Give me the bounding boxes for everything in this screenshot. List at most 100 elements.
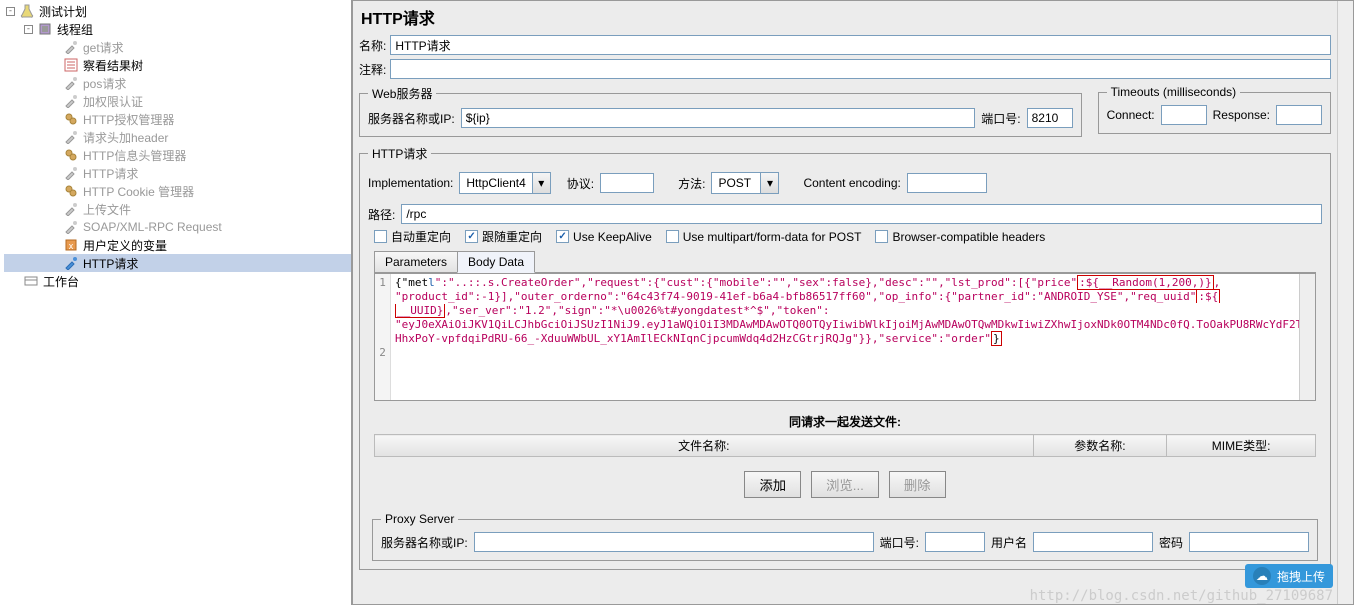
tree-item[interactable]: HTTP Cookie 管理器 bbox=[4, 182, 351, 200]
tree-label: SOAP/XML-RPC Request bbox=[83, 220, 222, 234]
col-filename[interactable]: 文件名称: bbox=[375, 435, 1034, 457]
col-mime[interactable]: MIME类型: bbox=[1167, 435, 1316, 457]
dropper-icon bbox=[63, 219, 79, 235]
tree-label: get请求 bbox=[83, 39, 124, 56]
col-param[interactable]: 参数名称: bbox=[1033, 435, 1167, 457]
main-scrollbar[interactable] bbox=[1337, 1, 1353, 604]
tree-item[interactable]: 加权限认证 bbox=[4, 92, 351, 110]
multipart-checkbox[interactable]: Use multipart/form-data for POST bbox=[666, 230, 862, 244]
method-select[interactable]: POST▾ bbox=[711, 172, 779, 194]
vars-icon: x bbox=[63, 237, 79, 253]
collapse-icon[interactable]: - bbox=[6, 7, 15, 16]
dropper-icon bbox=[63, 93, 79, 109]
proxy-user-label: 用户名 bbox=[991, 534, 1027, 551]
tree-item[interactable]: pos请求 bbox=[4, 74, 351, 92]
tree-label: 察看结果树 bbox=[83, 57, 143, 74]
tree-label: 工作台 bbox=[43, 273, 79, 290]
browser-compat-checkbox[interactable]: Browser-compatible headers bbox=[875, 230, 1045, 244]
tree-item[interactable]: get请求 bbox=[4, 38, 351, 56]
chevron-down-icon: ▾ bbox=[532, 173, 550, 193]
line-gutter: 12 bbox=[375, 274, 391, 400]
impl-label: Implementation: bbox=[368, 176, 453, 190]
proxy-port-label: 端口号: bbox=[880, 534, 919, 551]
body-data-editor[interactable]: 12 {"metl":"..::.s.CreateOrder","request… bbox=[374, 273, 1316, 401]
proxy-pass-label: 密码 bbox=[1159, 534, 1183, 551]
encoding-label: Content encoding: bbox=[803, 176, 900, 190]
tab-parameters[interactable]: Parameters bbox=[374, 251, 458, 272]
tree-sidebar[interactable]: - 测试计划 - 线程组 get请求察看结果树pos请求加权限认证HTTP授权管… bbox=[0, 0, 352, 605]
port-input[interactable] bbox=[1027, 108, 1073, 128]
http-request-fieldset: HTTP请求 Implementation: HttpClient4▾ 协议: … bbox=[359, 145, 1331, 570]
spool-icon bbox=[37, 21, 53, 37]
tree-item[interactable]: HTTP授权管理器 bbox=[4, 110, 351, 128]
dropper-icon bbox=[63, 75, 79, 91]
tree-icon bbox=[63, 57, 79, 73]
browse-button[interactable]: 浏览... bbox=[811, 471, 879, 498]
connect-label: Connect: bbox=[1107, 108, 1155, 122]
tree-item[interactable]: HTTP请求 bbox=[4, 254, 351, 272]
method-label: 方法: bbox=[678, 175, 705, 192]
dropper-blue-icon bbox=[63, 255, 79, 271]
tree-item[interactable]: HTTP请求 bbox=[4, 164, 351, 182]
tree-workbench[interactable]: 工作台 bbox=[4, 272, 351, 290]
proxy-pass-input[interactable] bbox=[1189, 532, 1309, 552]
workbench-icon bbox=[23, 273, 39, 289]
tree-thread-group[interactable]: - 线程组 bbox=[4, 20, 351, 38]
webserver-legend: Web服务器 bbox=[368, 85, 436, 102]
tree-label: HTTP授权管理器 bbox=[83, 111, 174, 128]
comment-input[interactable] bbox=[390, 59, 1331, 79]
host-input[interactable] bbox=[461, 108, 976, 128]
tree-label: 测试计划 bbox=[39, 3, 87, 20]
tree-item[interactable]: 请求头加header bbox=[4, 128, 351, 146]
response-label: Response: bbox=[1213, 108, 1270, 122]
timeouts-fieldset: Timeouts (milliseconds) Connect: Respons… bbox=[1098, 85, 1331, 134]
proxy-host-label: 服务器名称或IP: bbox=[381, 534, 468, 551]
proxy-user-input[interactable] bbox=[1033, 532, 1153, 552]
name-input[interactable] bbox=[390, 35, 1331, 55]
tree-item[interactable]: 察看结果树 bbox=[4, 56, 351, 74]
keepalive-checkbox[interactable]: ✓Use KeepAlive bbox=[556, 230, 652, 244]
svg-text:x: x bbox=[69, 241, 74, 251]
code-area[interactable]: {"metl":"..::.s.CreateOrder","request":{… bbox=[391, 274, 1315, 400]
follow-redirect-checkbox[interactable]: ✓跟随重定向 bbox=[465, 228, 542, 245]
name-label: 名称: bbox=[359, 37, 386, 54]
tree-label: HTTP Cookie 管理器 bbox=[83, 183, 194, 200]
auto-redirect-checkbox[interactable]: 自动重定向 bbox=[374, 228, 451, 245]
protocol-label: 协议: bbox=[567, 175, 594, 192]
connect-input[interactable] bbox=[1161, 105, 1207, 125]
tree-label: 请求头加header bbox=[83, 129, 168, 146]
collapse-icon[interactable]: - bbox=[24, 25, 33, 34]
tree-root[interactable]: - 测试计划 bbox=[4, 2, 351, 20]
dropper-icon bbox=[63, 129, 79, 145]
delete-button[interactable]: 删除 bbox=[889, 471, 946, 498]
files-header: 同请求一起发送文件: bbox=[374, 409, 1316, 434]
gears-icon bbox=[63, 111, 79, 127]
proxy-host-input[interactable] bbox=[474, 532, 874, 552]
tree-item[interactable]: 上传文件 bbox=[4, 200, 351, 218]
comment-label: 注释: bbox=[359, 61, 386, 78]
dropper-icon bbox=[63, 39, 79, 55]
tab-body-data[interactable]: Body Data bbox=[457, 251, 535, 273]
encoding-input[interactable] bbox=[907, 173, 987, 193]
tree-label: 用户定义的变量 bbox=[83, 237, 167, 254]
add-button[interactable]: 添加 bbox=[744, 471, 801, 498]
flask-icon bbox=[19, 3, 35, 19]
protocol-input[interactable] bbox=[600, 173, 654, 193]
upload-widget[interactable]: ☁ 拖拽上传 bbox=[1245, 564, 1333, 588]
files-table: 文件名称: 参数名称: MIME类型: bbox=[374, 434, 1316, 457]
tree-label: HTTP请求 bbox=[83, 255, 138, 272]
tree-item[interactable]: x 用户定义的变量 bbox=[4, 236, 351, 254]
path-input[interactable] bbox=[401, 204, 1322, 224]
impl-select[interactable]: HttpClient4▾ bbox=[459, 172, 550, 194]
page-title: HTTP请求 bbox=[355, 1, 1335, 33]
tree-item[interactable]: SOAP/XML-RPC Request bbox=[4, 218, 351, 236]
proxy-legend: Proxy Server bbox=[381, 512, 458, 526]
tree-label: 线程组 bbox=[57, 21, 93, 38]
response-input[interactable] bbox=[1276, 105, 1322, 125]
scrollbar[interactable] bbox=[1299, 274, 1315, 400]
gears-icon bbox=[63, 183, 79, 199]
tree-item[interactable]: HTTP信息头管理器 bbox=[4, 146, 351, 164]
tree-label: pos请求 bbox=[83, 75, 126, 92]
proxy-port-input[interactable] bbox=[925, 532, 985, 552]
host-label: 服务器名称或IP: bbox=[368, 110, 455, 127]
